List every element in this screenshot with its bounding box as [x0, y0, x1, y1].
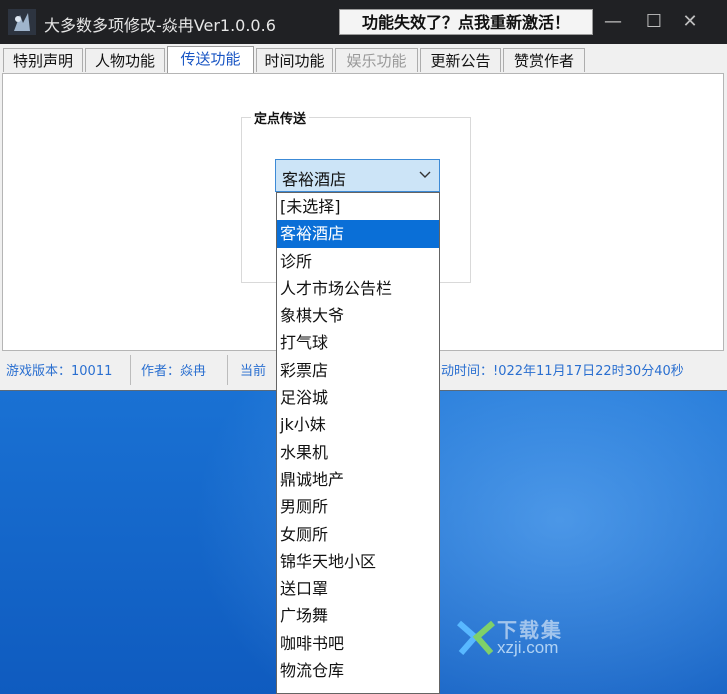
dropdown-option[interactable]: 彩票店	[277, 357, 439, 384]
status-launch-time: 动时间：!022年11月17日22时30分40秒	[441, 364, 684, 379]
dropdown-option[interactable]: 男厕所	[277, 493, 439, 520]
maximize-icon[interactable]: ☐	[640, 10, 668, 34]
location-select[interactable]: 客裕酒店	[275, 159, 440, 192]
dropdown-option[interactable]: 送口罩	[277, 575, 439, 602]
dropdown-option[interactable]: 物流仓库	[277, 657, 439, 684]
dropdown-option[interactable]: 象棋大爷	[277, 302, 439, 329]
status-game-version: 游戏版本：10011	[6, 364, 113, 379]
tab-entertainment[interactable]: 娱乐功能	[335, 48, 418, 72]
fixed-teleport-label: 定点传送	[251, 108, 310, 127]
dropdown-option[interactable]: 咖啡书吧	[277, 630, 439, 657]
dropdown-option[interactable]: jk小妹	[277, 411, 439, 438]
dropdown-option[interactable]: 广场舞	[277, 602, 439, 629]
dropdown-option-selected[interactable]: 客裕酒店	[277, 220, 439, 248]
chevron-down-icon	[419, 171, 431, 178]
app-logo-icon	[8, 9, 36, 35]
location-select-value: 客裕酒店	[282, 170, 347, 189]
status-current: 当前	[240, 364, 267, 379]
status-divider	[227, 355, 228, 385]
tab-donate[interactable]: 赞赏作者	[503, 48, 585, 72]
dropdown-option[interactable]: 鼎诚地产	[277, 466, 439, 493]
location-dropdown-list[interactable]: [未选择] 客裕酒店 诊所 人才市场公告栏 象棋大爷 打气球 彩票店 足浴城 j…	[276, 192, 440, 694]
dropdown-option[interactable]: 女厕所	[277, 521, 439, 548]
status-divider	[130, 355, 131, 385]
tab-time[interactable]: 时间功能	[256, 48, 333, 72]
tab-special-notice[interactable]: 特别声明	[3, 48, 83, 72]
window-title: 大多数多项修改-焱冉Ver1.0.0.6	[44, 16, 276, 35]
watermark-logo-icon	[457, 620, 495, 655]
dropdown-option[interactable]: 人才市场公告栏	[277, 275, 439, 302]
dropdown-option[interactable]: 锦华天地小区	[277, 548, 439, 575]
tab-update-notes[interactable]: 更新公告	[420, 48, 501, 72]
dropdown-option[interactable]: 打气球	[277, 329, 439, 356]
reactivate-button[interactable]: 功能失效了？点我重新激活！	[339, 9, 593, 35]
tab-teleport[interactable]: 传送功能	[167, 46, 254, 73]
tab-character[interactable]: 人物功能	[85, 48, 165, 72]
close-icon[interactable]: ✕	[676, 10, 704, 34]
dropdown-option[interactable]: 水果机	[277, 439, 439, 466]
minimize-icon[interactable]: —	[599, 10, 627, 34]
status-author: 作者：焱冉	[141, 364, 207, 379]
dropdown-option[interactable]: 诊所	[277, 248, 439, 275]
dropdown-option[interactable]: [未选择]	[277, 193, 439, 220]
tab-strip: 特别声明 人物功能 传送功能 时间功能 娱乐功能 更新公告 赞赏作者	[0, 46, 727, 74]
title-bar[interactable]: 大多数多项修改-焱冉Ver1.0.0.6 功能失效了？点我重新激活！ — ☐ ✕	[0, 0, 727, 44]
watermark-en: xzji.com	[497, 638, 559, 657]
dropdown-option[interactable]: 足浴城	[277, 384, 439, 411]
